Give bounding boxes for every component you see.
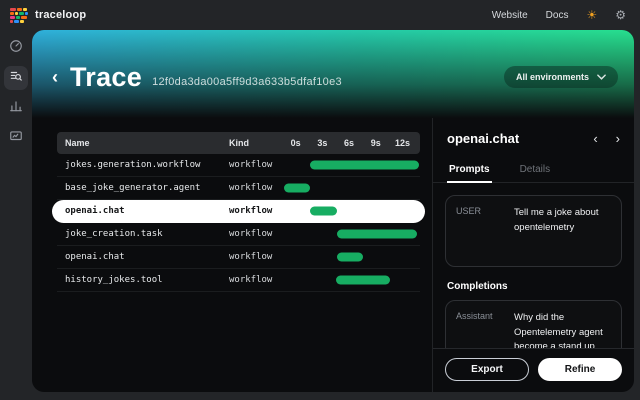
column-header-kind: Kind bbox=[229, 138, 281, 148]
chevron-down-icon bbox=[597, 72, 606, 82]
span-kind: workflow bbox=[229, 252, 281, 262]
span-duration-bar[interactable] bbox=[310, 161, 419, 170]
span-kind: workflow bbox=[229, 160, 281, 170]
main-panel: ‹ Trace 12f0da3da00a5ff9d3a633b5dfaf10e3… bbox=[32, 30, 634, 392]
span-timeline-lane bbox=[281, 154, 420, 176]
sidebar-item-dashboard[interactable] bbox=[4, 36, 28, 60]
span-timeline-lane bbox=[281, 223, 420, 245]
span-title: openai.chat bbox=[447, 131, 519, 146]
span-row[interactable]: openai.chatworkflow bbox=[52, 200, 425, 223]
message-line: Why did the Opentelemetry agent become a… bbox=[514, 311, 611, 348]
sidebar-item-traces[interactable] bbox=[4, 66, 28, 90]
span-duration-bar[interactable] bbox=[337, 253, 364, 262]
message-line: Tell me a joke about opentelemetry bbox=[514, 206, 611, 235]
span-row[interactable]: jokes.generation.workflowworkflow bbox=[57, 154, 420, 177]
detail-body: USER Tell me a joke about opentelemetry Co… bbox=[433, 183, 634, 348]
trace-search-icon bbox=[9, 69, 23, 88]
environment-selector[interactable]: All environments bbox=[504, 66, 618, 88]
span-timeline-lane bbox=[281, 269, 420, 291]
span-name: openai.chat bbox=[57, 206, 229, 216]
prompt-card: USER Tell me a joke about opentelemetry bbox=[445, 195, 622, 267]
span-row[interactable]: joke_creation.taskworkflow bbox=[57, 223, 420, 246]
back-button[interactable]: ‹ bbox=[52, 68, 58, 86]
detail-tabs: Prompts Details bbox=[433, 158, 634, 183]
span-timeline-lane bbox=[281, 246, 420, 268]
sidebar bbox=[0, 30, 32, 400]
docs-link[interactable]: Docs bbox=[546, 10, 569, 21]
span-kind: workflow bbox=[229, 275, 281, 285]
span-duration-bar[interactable] bbox=[336, 276, 390, 285]
tab-prompts[interactable]: Prompts bbox=[447, 158, 492, 182]
completions-heading: Completions bbox=[447, 281, 620, 292]
gear-icon[interactable]: ⚙ bbox=[615, 9, 626, 21]
role-label-assistant: Assistant bbox=[456, 311, 506, 348]
website-link[interactable]: Website bbox=[492, 10, 528, 21]
tab-details[interactable]: Details bbox=[518, 158, 553, 182]
timeline-tick: 3s bbox=[317, 138, 327, 148]
environment-selector-label: All environments bbox=[516, 72, 589, 82]
span-name: joke_creation.task bbox=[57, 229, 229, 239]
prev-span-button[interactable]: ‹ bbox=[593, 131, 597, 146]
span-name: jokes.generation.workflow bbox=[57, 160, 229, 170]
traceloop-logo-icon bbox=[10, 8, 28, 23]
completion-card: AssistantWhy did the Opentelemetry agent… bbox=[445, 300, 622, 348]
export-button[interactable]: Export bbox=[445, 358, 529, 381]
role-label-user: USER bbox=[456, 206, 506, 254]
brand[interactable]: traceloop bbox=[10, 8, 86, 23]
timeline-tick: 0s bbox=[291, 138, 301, 148]
gauge-icon bbox=[9, 39, 23, 58]
column-header-name: Name bbox=[57, 138, 229, 148]
sidebar-item-analytics[interactable] bbox=[4, 96, 28, 120]
span-kind: workflow bbox=[229, 206, 281, 216]
span-duration-bar[interactable] bbox=[284, 184, 310, 193]
span-duration-bar[interactable] bbox=[337, 230, 417, 239]
span-timeline-lane bbox=[281, 200, 420, 222]
brand-name: traceloop bbox=[35, 9, 86, 21]
span-row[interactable]: openai.chatworkflow bbox=[57, 246, 420, 269]
message-text: Why did the Opentelemetry agent become a… bbox=[514, 311, 611, 348]
span-kind: workflow bbox=[229, 229, 281, 239]
sun-icon[interactable]: ☀ bbox=[586, 9, 597, 21]
bar-chart-icon bbox=[9, 99, 23, 118]
monitor-icon bbox=[9, 129, 23, 148]
top-bar: traceloop Website Docs ☀ ⚙ bbox=[0, 0, 640, 30]
page-title: Trace bbox=[70, 62, 142, 93]
trace-header: ‹ Trace 12f0da3da00a5ff9d3a633b5dfaf10e3… bbox=[32, 30, 634, 118]
sidebar-item-monitor[interactable] bbox=[4, 126, 28, 150]
span-timeline-lane bbox=[281, 177, 420, 199]
span-row[interactable]: base_joke_generator.agentworkflow bbox=[57, 177, 420, 200]
refine-button[interactable]: Refine bbox=[538, 358, 622, 381]
span-name: base_joke_generator.agent bbox=[57, 183, 229, 193]
detail-footer: Export Refine bbox=[433, 348, 634, 392]
span-detail-panel: openai.chat ‹ › Prompts Details USER Tell… bbox=[433, 118, 634, 392]
timeline-tick: 9s bbox=[371, 138, 381, 148]
table-header-row: Name Kind 0s 3s 6s 9s 12s bbox=[57, 132, 420, 154]
next-span-button[interactable]: › bbox=[616, 131, 620, 146]
spans-table: Name Kind 0s 3s 6s 9s 12s jokes.generation.w… bbox=[32, 118, 433, 392]
span-name: history_jokes.tool bbox=[57, 275, 229, 285]
span-row[interactable]: history_jokes.toolworkflow bbox=[57, 269, 420, 292]
span-name: openai.chat bbox=[57, 252, 229, 262]
span-duration-bar[interactable] bbox=[310, 207, 337, 216]
trace-id: 12f0da3da00a5ff9d3a633b5dfaf10e3 bbox=[152, 76, 342, 88]
sidebar-active-indicator bbox=[0, 96, 3, 109]
timeline-tick: 6s bbox=[344, 138, 354, 148]
timeline-tick: 12s bbox=[395, 138, 410, 148]
message-text: Tell me a joke about opentelemetry bbox=[514, 206, 611, 254]
span-kind: workflow bbox=[229, 183, 281, 193]
timeline-axis: 0s 3s 6s 9s 12s bbox=[281, 132, 420, 154]
